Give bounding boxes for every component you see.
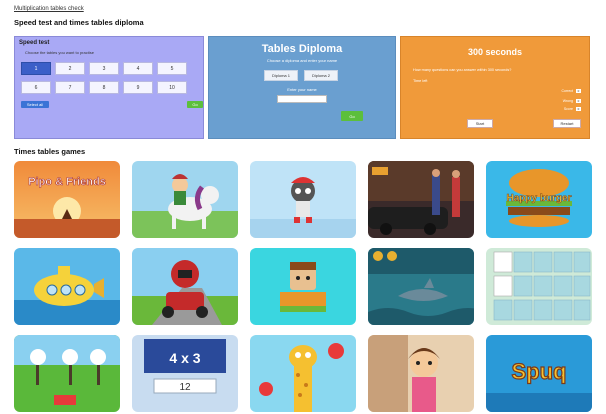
city-chase-thumbnail [368, 161, 474, 238]
memory-thumbnail [486, 248, 592, 325]
diploma-panel: Tables Diploma Choose a diploma and ente… [208, 36, 396, 139]
table-option[interactable]: 3 [89, 62, 119, 75]
girl-adventure-thumbnail [368, 335, 474, 412]
seconds-test-title: 300 seconds [467, 47, 523, 57]
table-selector-row: 1 2 3 4 5 [21, 62, 201, 75]
diploma-description: Choose a diploma and enter your name [266, 58, 338, 63]
diploma-option-1[interactable]: Diploma 1 [264, 70, 298, 81]
table-option[interactable]: 5 [157, 62, 187, 75]
diploma-go-button[interactable]: Go [341, 111, 363, 121]
shark-thumbnail [368, 248, 474, 325]
name-input[interactable] [277, 95, 327, 103]
game-tile-jumping-blocks[interactable] [250, 248, 356, 325]
stat-correct: Correct 0 [562, 89, 581, 93]
breadcrumb-link[interactable]: Multiplication tables check [14, 6, 84, 12]
game-title-text: Spuq [512, 359, 567, 384]
stat-label: Wrong [562, 99, 573, 103]
game-title-text: Pipo & Friends [28, 176, 106, 188]
game-tile-quick-sum[interactable]: 4 x 3 12 [132, 335, 238, 412]
game-tile-happy-burger[interactable]: Happy burger [486, 161, 592, 238]
quick-sum-thumbnail: 4 x 3 12 [132, 335, 238, 412]
table-option[interactable]: 9 [123, 81, 153, 94]
jumping-blocks-thumbnail [250, 248, 356, 325]
table-option[interactable]: 10 [157, 81, 187, 94]
raccoon-thumbnail [250, 161, 356, 238]
table-option[interactable]: 4 [123, 62, 153, 75]
table-selector-row: 6 7 8 9 10 [21, 81, 201, 94]
speed-test-title: Speed test [19, 40, 50, 46]
stat-value: 0 [576, 107, 581, 111]
pony-thumbnail [132, 161, 238, 238]
stat-wrong: Wrong 0 [563, 99, 581, 103]
table-option[interactable]: 6 [21, 81, 51, 94]
seconds-test-panel: 300 seconds How many questions can you a… [400, 36, 590, 139]
game-title-text: Happy burger [506, 193, 571, 204]
table-option[interactable]: 2 [55, 62, 85, 75]
game-tile-kart[interactable] [132, 248, 238, 325]
game-tile-city-chase[interactable] [368, 161, 474, 238]
game-tile-memory[interactable] [486, 248, 592, 325]
submarine-thumbnail [14, 248, 120, 325]
game-tile-spuq[interactable]: Spuq [486, 335, 592, 412]
game-tile-music[interactable] [14, 335, 120, 412]
name-label: Enter your name [287, 87, 317, 92]
sum-answer-text: 12 [179, 382, 191, 393]
table-option[interactable]: 8 [89, 81, 119, 94]
stat-score: Score 0 [564, 107, 581, 111]
game-tile-shark[interactable] [368, 248, 474, 325]
diploma-title: Tables Diploma [261, 43, 343, 55]
kart-thumbnail [132, 248, 238, 325]
page-title: Speed test and times tables diploma [14, 18, 144, 27]
speed-test-go-button[interactable]: Go [187, 101, 203, 108]
table-selector-grid: 1 2 3 4 5 6 7 8 9 10 [21, 62, 201, 100]
happy-burger-thumbnail: Happy burger [486, 161, 592, 238]
pipo-friends-thumbnail: Pipo & Friends [14, 161, 120, 238]
game-tile-raccoon[interactable] [250, 161, 356, 238]
speed-test-panel: Speed test Choose the tables you want to… [14, 36, 204, 139]
stat-value: 0 [576, 89, 581, 93]
stat-label: Score [563, 107, 573, 111]
game-tile-pipo-friends[interactable]: Pipo & Friends [14, 161, 120, 238]
giraffe-thumbnail [250, 335, 356, 412]
restart-button[interactable]: Restart [553, 119, 581, 128]
game-tile-submarine[interactable] [14, 248, 120, 325]
diploma-option-2[interactable]: Diploma 2 [304, 70, 338, 81]
table-option[interactable]: 1 [21, 62, 51, 75]
sum-question-text: 4 x 3 [169, 350, 200, 366]
game-tile-pony[interactable] [132, 161, 238, 238]
select-all-button[interactable]: Select all [21, 101, 49, 108]
games-heading: Times tables games [14, 147, 86, 156]
table-option[interactable]: 7 [55, 81, 85, 94]
game-tile-giraffe[interactable] [250, 335, 356, 412]
stat-value: 0 [576, 99, 581, 103]
game-tile-girl-adventure[interactable] [368, 335, 474, 412]
speed-test-description: Choose the tables you want to practise [25, 50, 94, 55]
stat-label: Correct [561, 89, 573, 93]
start-button[interactable]: Start [467, 119, 493, 128]
timer-label: Time left [413, 79, 428, 83]
spuq-thumbnail: Spuq [486, 335, 592, 412]
music-thumbnail [14, 335, 120, 412]
seconds-test-description: How many questions can you answer within… [413, 68, 512, 72]
